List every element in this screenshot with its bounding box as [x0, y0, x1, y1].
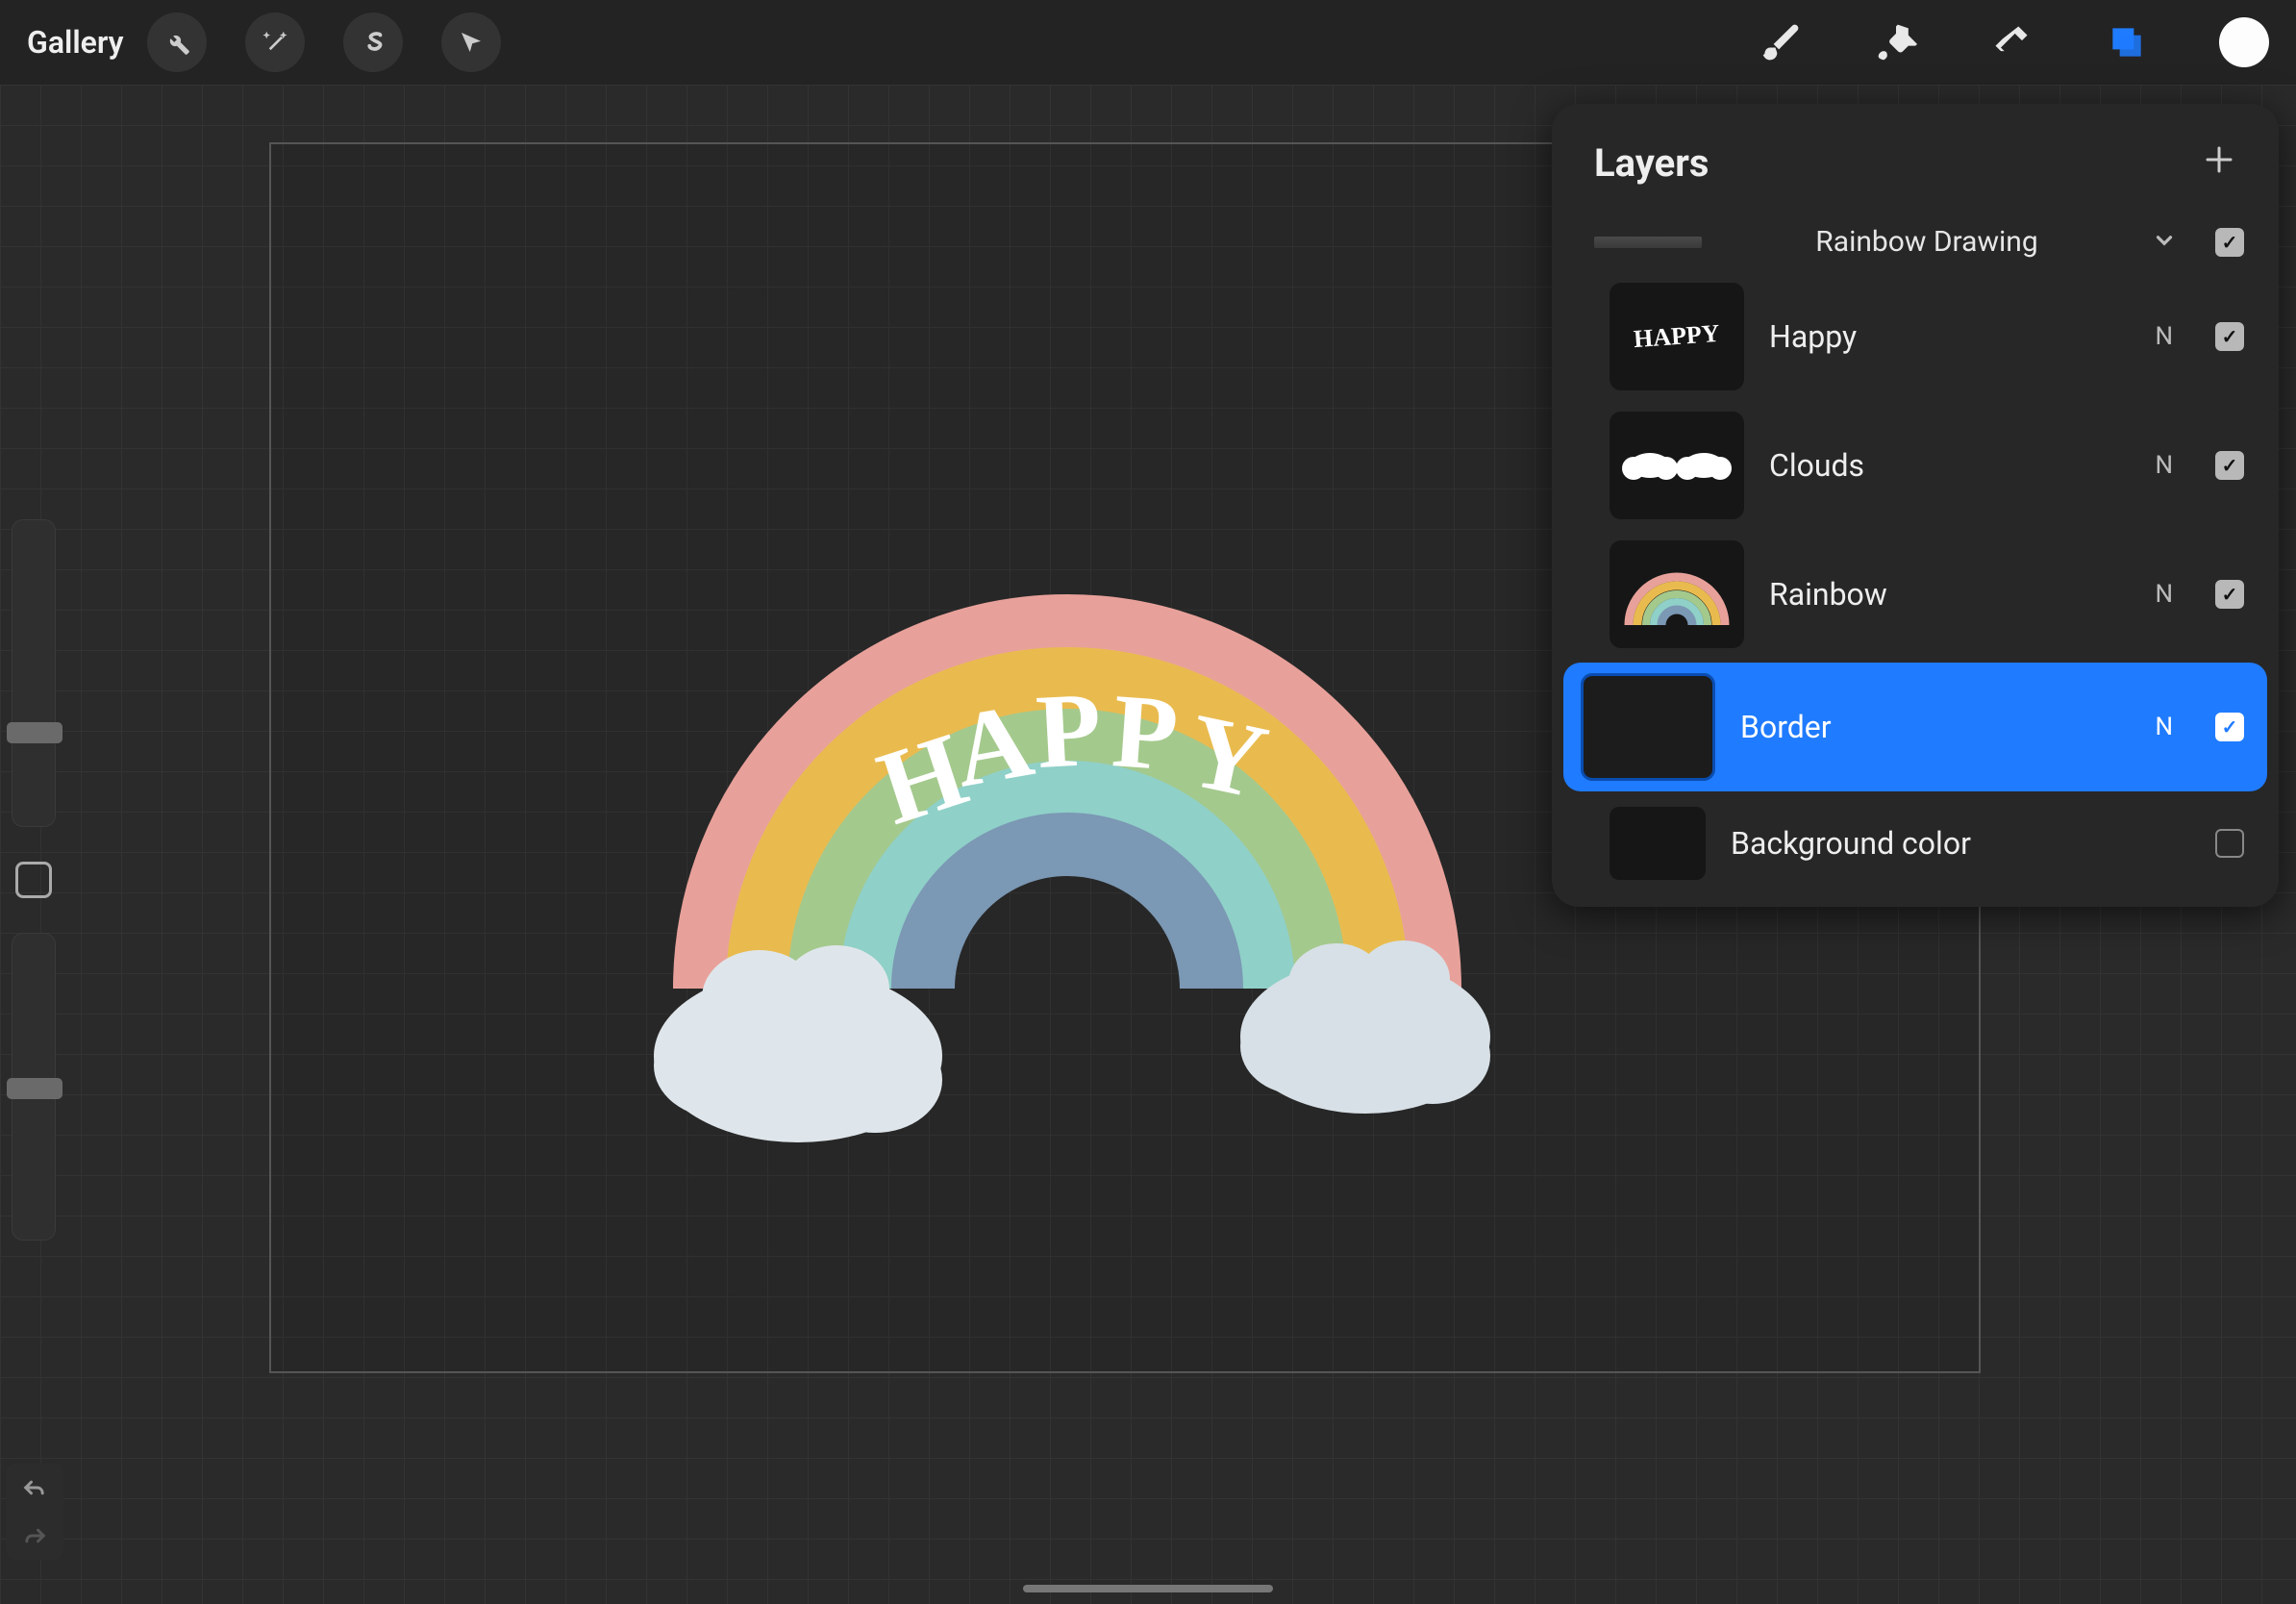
layer-group-row[interactable]: Rainbow Drawing — [1552, 212, 2279, 272]
layer-row-clouds[interactable]: Clouds N — [1552, 401, 2279, 530]
layer-name-label: Happy — [1769, 318, 2130, 355]
background-visibility-checkbox[interactable] — [2215, 829, 2244, 858]
wand-icon — [261, 28, 289, 57]
layer-row-happy[interactable]: HAPPY Happy N — [1552, 272, 2279, 401]
layer-thumbnail — [1581, 673, 1715, 781]
layer-row-border[interactable]: Border N — [1563, 663, 2267, 791]
layer-name-label: Rainbow — [1769, 576, 2130, 613]
blend-mode-label[interactable]: N — [2155, 451, 2173, 480]
home-indicator[interactable] — [1023, 1585, 1273, 1592]
layers-panel-title: Layers — [1594, 140, 1709, 186]
layer-visibility-checkbox[interactable] — [2215, 451, 2244, 480]
blend-mode-label[interactable]: N — [2155, 713, 2173, 741]
canvas-artwork: H A P P Y — [606, 546, 1529, 1162]
transform-arrow-button[interactable] — [441, 13, 501, 72]
background-thumbnail — [1610, 807, 1706, 880]
layer-visibility-checkbox[interactable] — [2215, 322, 2244, 351]
layer-name-label: Border — [1740, 709, 2130, 745]
group-collapse-toggle[interactable] — [2152, 228, 2177, 257]
eraser-tool-button[interactable] — [1988, 19, 2034, 65]
blend-mode-label[interactable]: N — [2155, 580, 2173, 609]
background-color-row[interactable]: Background color — [1552, 795, 2279, 901]
layers-tool-button[interactable] — [2104, 19, 2150, 65]
group-name-label: Rainbow Drawing — [1815, 225, 2037, 259]
opacity-slider[interactable] — [12, 933, 56, 1241]
layer-thumbnail — [1610, 412, 1744, 519]
brush-icon — [1759, 21, 1802, 63]
brush-size-slider[interactable] — [12, 519, 56, 827]
color-swatch-button[interactable] — [2219, 17, 2269, 67]
left-sidebar-controls — [0, 519, 67, 1275]
layer-row-rainbow[interactable]: Rainbow N — [1552, 530, 2279, 659]
group-thumb — [1594, 237, 1702, 248]
redo-icon[interactable] — [21, 1525, 48, 1546]
background-label: Background color — [1731, 825, 2190, 862]
slider-handle[interactable] — [7, 722, 62, 743]
add-layer-button[interactable] — [2202, 137, 2236, 188]
layer-visibility-checkbox[interactable] — [2215, 713, 2244, 741]
blend-mode-label[interactable]: N — [2155, 322, 2173, 351]
layer-thumbnail — [1610, 540, 1744, 648]
eraser-icon — [1990, 21, 2033, 63]
gallery-button[interactable]: Gallery — [27, 24, 124, 61]
rainbow-svg: H A P P Y — [606, 546, 1529, 1162]
selection-icon — [359, 28, 387, 57]
adjustments-wand-button[interactable] — [245, 13, 305, 72]
wrench-icon — [162, 28, 191, 57]
top-toolbar: Gallery — [0, 0, 2296, 85]
layers-panel: Layers Rainbow Drawing HAPPY Happy N Clo… — [1552, 104, 2279, 907]
smudge-tool-button[interactable] — [1873, 19, 1919, 65]
layer-visibility-checkbox[interactable] — [2215, 580, 2244, 609]
group-visibility-checkbox[interactable] — [2215, 228, 2244, 257]
smudge-icon — [1875, 21, 1917, 63]
modify-square-button[interactable] — [15, 862, 52, 898]
actions-wrench-button[interactable] — [147, 13, 207, 72]
layer-name-label: Clouds — [1769, 447, 2130, 484]
layers-icon — [2106, 21, 2148, 63]
chevron-down-icon — [2152, 228, 2177, 253]
undo-redo-group — [6, 1464, 63, 1560]
svg-text:P: P — [1034, 670, 1104, 790]
svg-text:P: P — [1109, 671, 1182, 792]
plus-icon — [2202, 142, 2236, 177]
undo-icon[interactable] — [21, 1477, 48, 1498]
brush-tool-button[interactable] — [1758, 19, 1804, 65]
layer-thumbnail: HAPPY — [1610, 283, 1744, 390]
selection-s-button[interactable] — [343, 13, 403, 72]
arrow-cursor-icon — [457, 28, 486, 57]
slider-handle[interactable] — [7, 1078, 62, 1099]
